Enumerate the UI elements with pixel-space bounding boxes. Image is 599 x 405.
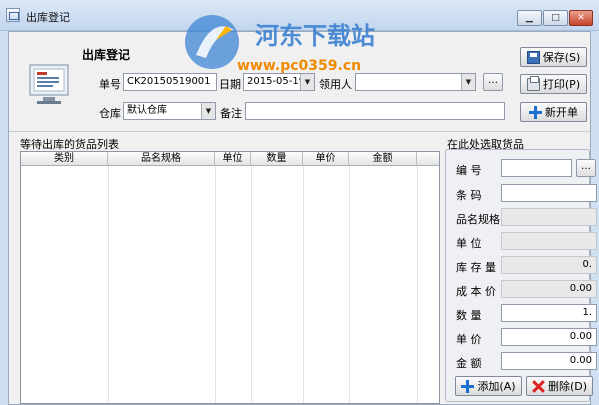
amount-label: 金 额 <box>456 357 482 370</box>
recipient-field[interactable] <box>355 73 476 91</box>
client-area: 出库登记 单号 CK20150519001 日期 2015-05-19 ▼ 领用… <box>8 31 597 405</box>
unit-field <box>501 232 597 250</box>
title-bar: 出库登记 ▁ □ ✕ <box>0 0 599 31</box>
cost-label: 成 本 价 <box>456 285 496 298</box>
price-field[interactable]: 0.00 <box>501 328 597 346</box>
date-value: 2015-05-19 <box>247 76 306 87</box>
recipient-label: 领用人 <box>319 78 352 91</box>
print-label: 打印(P) <box>542 78 581 91</box>
column-divider <box>417 166 418 403</box>
printer-icon <box>526 75 540 91</box>
warehouse-dropdown-icon[interactable]: ▼ <box>201 103 215 119</box>
remark-label: 备注 <box>220 107 242 120</box>
add-label: 添加(A) <box>477 380 516 393</box>
document-monitor-icon <box>29 64 69 104</box>
barcode-field[interactable] <box>501 184 597 202</box>
unit-label: 单 位 <box>456 237 482 250</box>
qty-field[interactable]: 1. <box>501 304 597 322</box>
form-heading: 出库登记 <box>82 48 131 62</box>
stock-label: 库 存 量 <box>456 261 496 274</box>
save-label: 保存(S) <box>542 51 581 64</box>
plus-icon <box>461 379 475 393</box>
spec-label: 品名规格 <box>456 213 500 226</box>
barcode-label: 条 码 <box>456 189 482 202</box>
delete-label: 删除(D) <box>547 380 588 393</box>
date-dropdown-icon[interactable]: ▼ <box>300 74 314 90</box>
delete-button[interactable]: 删除(D) <box>526 376 593 396</box>
price-label: 单 价 <box>456 333 482 346</box>
remark-field[interactable] <box>245 102 505 120</box>
column-header[interactable]: 金额 <box>349 152 417 166</box>
pending-items-table[interactable]: 类别 品名规格 单位 数量 单价 金额 <box>20 151 440 404</box>
column-header[interactable]: 单位 <box>215 152 251 166</box>
item-picker-panel: 编 号 … 条 码 品名规格 单 位 库 存 量 0. 成 本 价 0.00 数… <box>445 149 597 402</box>
recipient-dropdown-icon[interactable]: ▼ <box>461 74 475 90</box>
save-button[interactable]: 保存(S) <box>520 47 587 67</box>
qty-label: 数 量 <box>456 309 482 322</box>
amount-field[interactable]: 0.00 <box>501 352 597 370</box>
column-divider <box>303 166 304 403</box>
app-icon <box>6 8 20 22</box>
add-button[interactable]: 添加(A) <box>455 376 522 396</box>
warehouse-label: 仓库 <box>99 107 121 120</box>
spec-field <box>501 208 597 226</box>
column-header[interactable]: 类别 <box>21 152 108 166</box>
delete-icon <box>532 380 545 393</box>
window-title: 出库登记 <box>26 11 70 24</box>
code-label: 编 号 <box>456 164 482 177</box>
cost-field: 0.00 <box>501 280 597 298</box>
code-browse-button[interactable]: … <box>576 159 596 177</box>
column-header[interactable]: 数量 <box>251 152 303 166</box>
order-no-field[interactable]: CK20150519001 <box>123 73 217 91</box>
list-title: 等待出库的货品列表 <box>20 138 119 151</box>
divider <box>9 131 590 132</box>
plus-icon <box>529 105 542 119</box>
recipient-browse-button[interactable]: … <box>483 73 503 91</box>
save-icon <box>526 50 540 64</box>
column-divider <box>108 166 109 403</box>
print-button[interactable]: 打印(P) <box>520 74 587 94</box>
new-order-button[interactable]: 新开单 <box>520 102 587 122</box>
column-header[interactable]: 单价 <box>303 152 349 166</box>
code-field[interactable] <box>501 159 572 177</box>
maximize-button[interactable]: □ <box>543 10 568 26</box>
column-divider <box>251 166 252 403</box>
minimize-button[interactable]: ▁ <box>517 10 542 26</box>
table-header: 类别 品名规格 单位 数量 单价 金额 <box>21 152 439 166</box>
new-order-label: 新开单 <box>545 106 578 119</box>
date-label: 日期 <box>219 78 241 91</box>
column-divider <box>215 166 216 403</box>
stock-field: 0. <box>501 256 597 274</box>
column-divider <box>349 166 350 403</box>
order-no-label: 单号 <box>99 78 121 91</box>
column-header[interactable]: 品名规格 <box>108 152 215 166</box>
close-button[interactable]: ✕ <box>569 10 593 26</box>
